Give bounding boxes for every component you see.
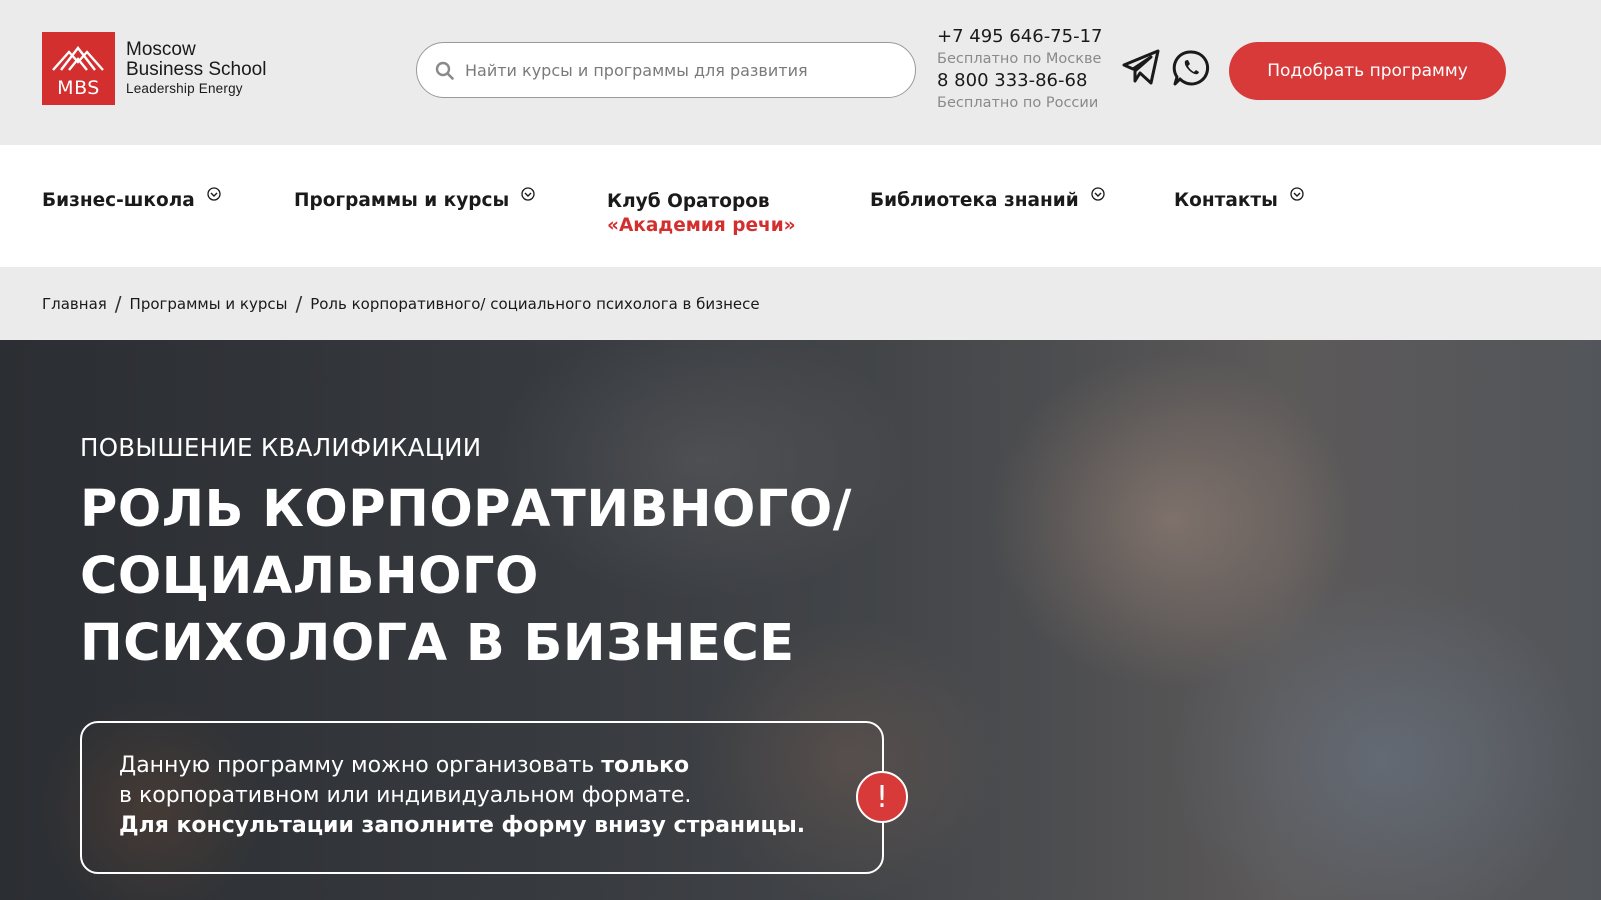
hero-title-line: СОЦИАЛЬНОГО (80, 547, 539, 606)
phone-moscow-note: Бесплатно по Москве (937, 51, 1102, 67)
search-box[interactable] (416, 42, 916, 98)
nav-label: Бизнес-школа (42, 190, 195, 211)
format-notice: Данную программу можно организовать толь… (80, 721, 884, 874)
mountains-icon (52, 46, 104, 71)
phone-russia-note: Бесплатно по России (937, 95, 1099, 111)
search-input[interactable] (463, 59, 907, 81)
pick-program-button[interactable]: Подобрать программу (1229, 42, 1506, 100)
logo[interactable]: MBS Moscow Business School Leadership En… (42, 32, 266, 105)
breadcrumb-current: Роль корпоративного/ социального психоло… (310, 294, 760, 313)
hero-title-line: РОЛЬ КОРПОРАТИВНОГО/ (80, 480, 852, 539)
nav-label: Библиотека знаний (870, 190, 1079, 211)
notice-text: Данную программу можно организовать толь… (119, 751, 805, 841)
nav-item-contacts[interactable]: Контакты (1174, 187, 1304, 211)
phone-moscow[interactable]: +7 495 646-75-17 (937, 26, 1103, 48)
breadcrumb: Главная / Программы и курсы / Роль корпо… (0, 267, 1601, 340)
nav-label: Программы и курсы (294, 190, 510, 211)
whatsapp-icon[interactable] (1172, 49, 1210, 91)
hero-title: РОЛЬ КОРПОРАТИВНОГО/ СОЦИАЛЬНОГО ПСИХОЛО… (80, 476, 852, 677)
top-header: MBS Moscow Business School Leadership En… (0, 0, 1601, 145)
nav-item-business-school[interactable]: Бизнес-школа (42, 187, 221, 211)
logo-line-moscow: Moscow (126, 39, 196, 60)
nav-item-orators-club[interactable]: Клуб Ораторов «Академия речи» (607, 190, 796, 238)
logo-abbr: MBS (57, 77, 100, 99)
hero-title-line: ПСИХОЛОГА В БИЗНЕСЕ (80, 614, 795, 673)
hero-kicker: ПОВЫШЕНИЕ КВАЛИФИКАЦИИ (80, 433, 482, 462)
chevron-down-icon (207, 187, 221, 201)
nav-item-programs[interactable]: Программы и курсы (294, 187, 535, 211)
exclamation-icon: ! (856, 771, 908, 823)
chevron-down-icon (1091, 187, 1105, 201)
notice-line1: Данную программу можно организовать (119, 753, 602, 778)
breadcrumb-separator: / (114, 291, 122, 316)
logo-mark: MBS (42, 32, 115, 105)
phone-russia[interactable]: 8 800 333-86-68 (937, 70, 1103, 92)
notice-line1-emphasis: только (601, 753, 690, 778)
nav-item-library[interactable]: Библиотека знаний (870, 187, 1105, 211)
chevron-down-icon (1290, 187, 1304, 201)
nav-sublabel: «Академия речи» (607, 215, 796, 236)
main-nav: Бизнес-школа Программы и курсы Клуб Орат… (0, 145, 1601, 267)
logo-line-business-school: Business School (126, 59, 267, 80)
breadcrumb-separator: / (295, 291, 303, 316)
breadcrumb-home[interactable]: Главная (42, 295, 107, 313)
nav-label: Клуб Ораторов (607, 191, 770, 212)
phone-block: +7 495 646-75-17 Бесплатно по Москве 8 8… (937, 26, 1103, 114)
notice-line2: в корпоративном или индивидуальном форма… (119, 783, 692, 808)
nav-label: Контакты (1174, 190, 1278, 211)
telegram-icon[interactable] (1121, 48, 1161, 90)
search-icon (435, 61, 454, 80)
notice-line3: Для консультации заполните форму внизу с… (119, 813, 806, 838)
breadcrumb-programs[interactable]: Программы и курсы (130, 295, 288, 313)
logo-tagline: Leadership Energy (126, 81, 243, 96)
chevron-down-icon (521, 187, 535, 201)
hero-banner: ПОВЫШЕНИЕ КВАЛИФИКАЦИИ РОЛЬ КОРПОРАТИВНО… (0, 340, 1601, 900)
logo-text: Moscow Business School Leadership Energy (126, 40, 266, 96)
